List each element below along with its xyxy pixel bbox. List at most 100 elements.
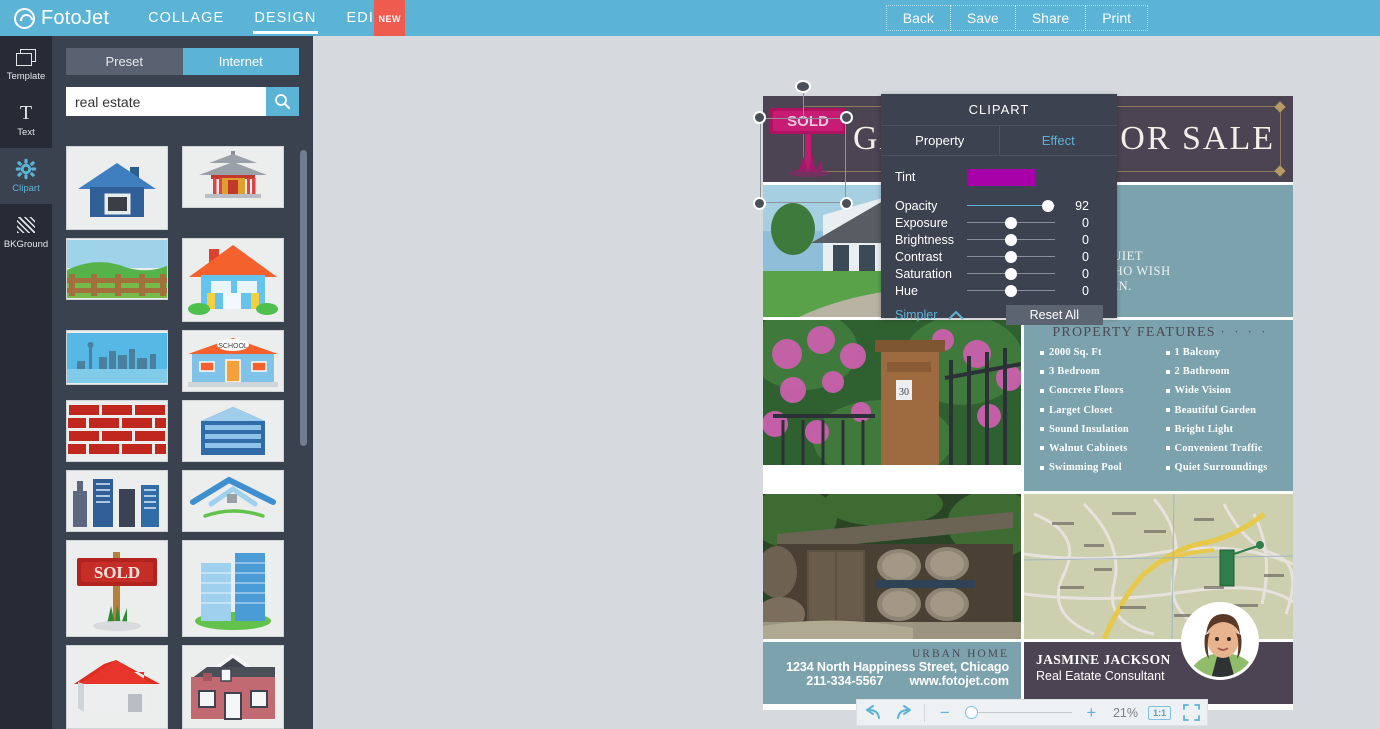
svg-text:SOLD: SOLD — [94, 563, 140, 582]
clipart-thumb-house-orange-roof[interactable] — [182, 238, 284, 322]
clipart-thumb-blue-house[interactable] — [66, 146, 168, 230]
simpler-link[interactable]: Simpler — [895, 308, 937, 322]
feature-item: 2000 Sq. Ft — [1040, 347, 1156, 358]
resize-handle-top-right[interactable] — [840, 111, 853, 124]
actual-size-button[interactable]: 1:1 — [1144, 699, 1176, 726]
resize-handle-bottom-right[interactable] — [840, 197, 853, 210]
clipart-thumb-skyline[interactable] — [66, 330, 168, 385]
top-bar: FotoJet COLLAGE DESIGN EDIT NEW Back Sav… — [0, 0, 1380, 38]
brand-logo[interactable]: FotoJet — [14, 7, 109, 30]
zoom-toolbar: − + 21% 1:1 — [856, 699, 1208, 726]
share-button[interactable]: Share — [1014, 5, 1087, 31]
rail-item-text[interactable]: T Text — [0, 92, 52, 148]
contrast-slider[interactable] — [967, 250, 1055, 264]
photo-cell-barrel-shed[interactable] — [763, 494, 1021, 640]
property-panel-title: CLIPART — [968, 102, 1030, 117]
features-column-right: 1 Balcony 2 Bathroom Wide Vision Beautif… — [1165, 347, 1282, 481]
search-button[interactable] — [266, 87, 299, 116]
feature-item: 3 Bedroom — [1040, 366, 1156, 377]
nav-collage[interactable]: COLLAGE — [133, 0, 239, 36]
clipart-thumb-skyscrapers[interactable] — [66, 470, 168, 532]
fullscreen-button[interactable] — [1175, 699, 1207, 726]
tab-internet[interactable]: Internet — [182, 48, 299, 75]
fullscreen-icon — [1182, 704, 1200, 721]
poster-row-5: URBAN HOME 1234 North Happiness Street, … — [763, 602, 1293, 705]
tab-property[interactable]: Property — [881, 126, 999, 155]
clipart-thumb-field-fence[interactable] — [66, 238, 168, 300]
poster-agent-block[interactable]: JASMINE JACKSON Real Eatate Consultant — [1024, 602, 1293, 705]
exposure-slider[interactable] — [967, 216, 1055, 230]
poster-features-block[interactable]: PROPERTY FEATURES · · · · 2000 Sq. Ft 3 … — [1024, 320, 1293, 492]
rail-item-template[interactable]: Template — [0, 36, 52, 92]
background-hatch-icon — [15, 214, 37, 236]
tool-rail: Template T Text Clipart BKGround — [0, 36, 52, 729]
clipart-thumb-brick-wall[interactable] — [66, 400, 168, 462]
clipart-thumb-victorian-house[interactable] — [182, 645, 284, 729]
sold-sign-clipart[interactable]: SOLD — [768, 102, 850, 178]
photo-cell-garden-gate[interactable]: 30 — [763, 320, 1021, 465]
search-input[interactable] — [66, 87, 266, 116]
photo-cell-map[interactable] — [1024, 494, 1293, 640]
slider-row-opacity: Opacity 92 — [895, 197, 1103, 214]
contact-brand: URBAN HOME — [912, 648, 1009, 661]
resize-handle-bottom-left[interactable] — [753, 197, 766, 210]
tint-row: Tint — [895, 165, 1103, 189]
nav-design[interactable]: DESIGN — [239, 0, 331, 36]
canvas-area[interactable]: GA OR SALE SOLD QUIET WHO WISH 30 PROPER… — [313, 36, 1380, 729]
contact-phone-web: 211-334-5567 www.fotojet.com — [763, 674, 1009, 688]
tab-preset[interactable]: Preset — [66, 48, 183, 75]
clipart-thumb-sold-sign[interactable]: SOLD — [66, 540, 168, 637]
features-title-text: PROPERTY FEATURES — [1052, 325, 1216, 340]
opacity-value: 92 — [1075, 198, 1089, 213]
property-panel-tabs: Property Effect — [881, 125, 1117, 156]
clipart-thumb-twin-towers[interactable] — [182, 540, 284, 637]
clipart-thumb-roof-logo[interactable] — [182, 470, 284, 532]
brightness-slider[interactable] — [967, 233, 1055, 247]
clipart-panel: Preset Internet real estate SCHOOL SOLD — [52, 36, 313, 729]
clipart-thumb-white-house[interactable] — [66, 645, 168, 729]
rail-label-text: Text — [17, 127, 35, 138]
saturation-slider[interactable] — [967, 267, 1055, 281]
resize-handle-top-left[interactable] — [753, 111, 766, 124]
rail-item-bkground[interactable]: BKGround — [0, 204, 52, 260]
redo-arrow-icon — [897, 704, 912, 719]
svg-text:SCHOOL: SCHOOL — [218, 343, 248, 350]
feature-item: 1 Balcony — [1165, 347, 1282, 358]
tab-effect[interactable]: Effect — [998, 126, 1118, 155]
svg-text:30: 30 — [899, 387, 909, 398]
zoom-out-button[interactable]: − — [929, 699, 961, 726]
redo-button[interactable] — [889, 699, 921, 726]
search-icon — [275, 94, 290, 109]
contact-website: www.fotojet.com — [909, 674, 1009, 689]
hue-slider[interactable] — [967, 284, 1055, 298]
print-button[interactable]: Print — [1085, 5, 1148, 31]
save-button[interactable]: Save — [949, 5, 1016, 31]
opacity-slider[interactable] — [967, 199, 1055, 213]
fotojet-swirl-icon — [14, 7, 35, 29]
nav-edit[interactable]: EDIT NEW — [332, 0, 405, 38]
clipart-scrollbar-thumb[interactable] — [300, 150, 307, 446]
clipart-thumb-office-tower[interactable] — [182, 400, 284, 462]
toolbar-divider — [924, 703, 925, 722]
clipart-thumb-pagoda[interactable] — [182, 146, 284, 208]
reset-all-button[interactable]: Reset All — [1005, 305, 1103, 325]
feature-item: Quiet Surroundings — [1165, 462, 1282, 473]
main-nav: COLLAGE DESIGN EDIT NEW — [133, 0, 405, 38]
back-button[interactable]: Back — [885, 5, 951, 31]
zoom-slider-knob[interactable] — [964, 705, 978, 719]
poster-row-3: 30 PROPERTY FEATURES · · · · 2000 Sq. Ft… — [763, 320, 1293, 492]
clipart-thumb-school[interactable]: SCHOOL — [182, 330, 284, 392]
feature-item: Sound Insulation — [1040, 424, 1156, 435]
chevron-up-icon[interactable] — [947, 310, 965, 321]
poster-contact-block[interactable]: URBAN HOME 1234 North Happiness Street, … — [763, 642, 1021, 705]
tint-color-swatch[interactable] — [967, 168, 1035, 186]
clipart-scrollbar[interactable] — [300, 144, 307, 564]
rotate-handle[interactable] — [795, 80, 811, 93]
undo-button[interactable] — [857, 699, 889, 726]
features-column-left: 2000 Sq. Ft 3 Bedroom Concrete Floors La… — [1040, 347, 1156, 481]
rail-item-clipart[interactable]: Clipart — [0, 148, 52, 204]
feature-item: Wide Vision — [1165, 385, 1282, 396]
zoom-slider[interactable] — [964, 705, 1072, 720]
zoom-in-button[interactable]: + — [1076, 699, 1108, 726]
clipart-property-panel[interactable]: CLIPART Property Effect Tint Opacity 92 — [881, 94, 1117, 325]
